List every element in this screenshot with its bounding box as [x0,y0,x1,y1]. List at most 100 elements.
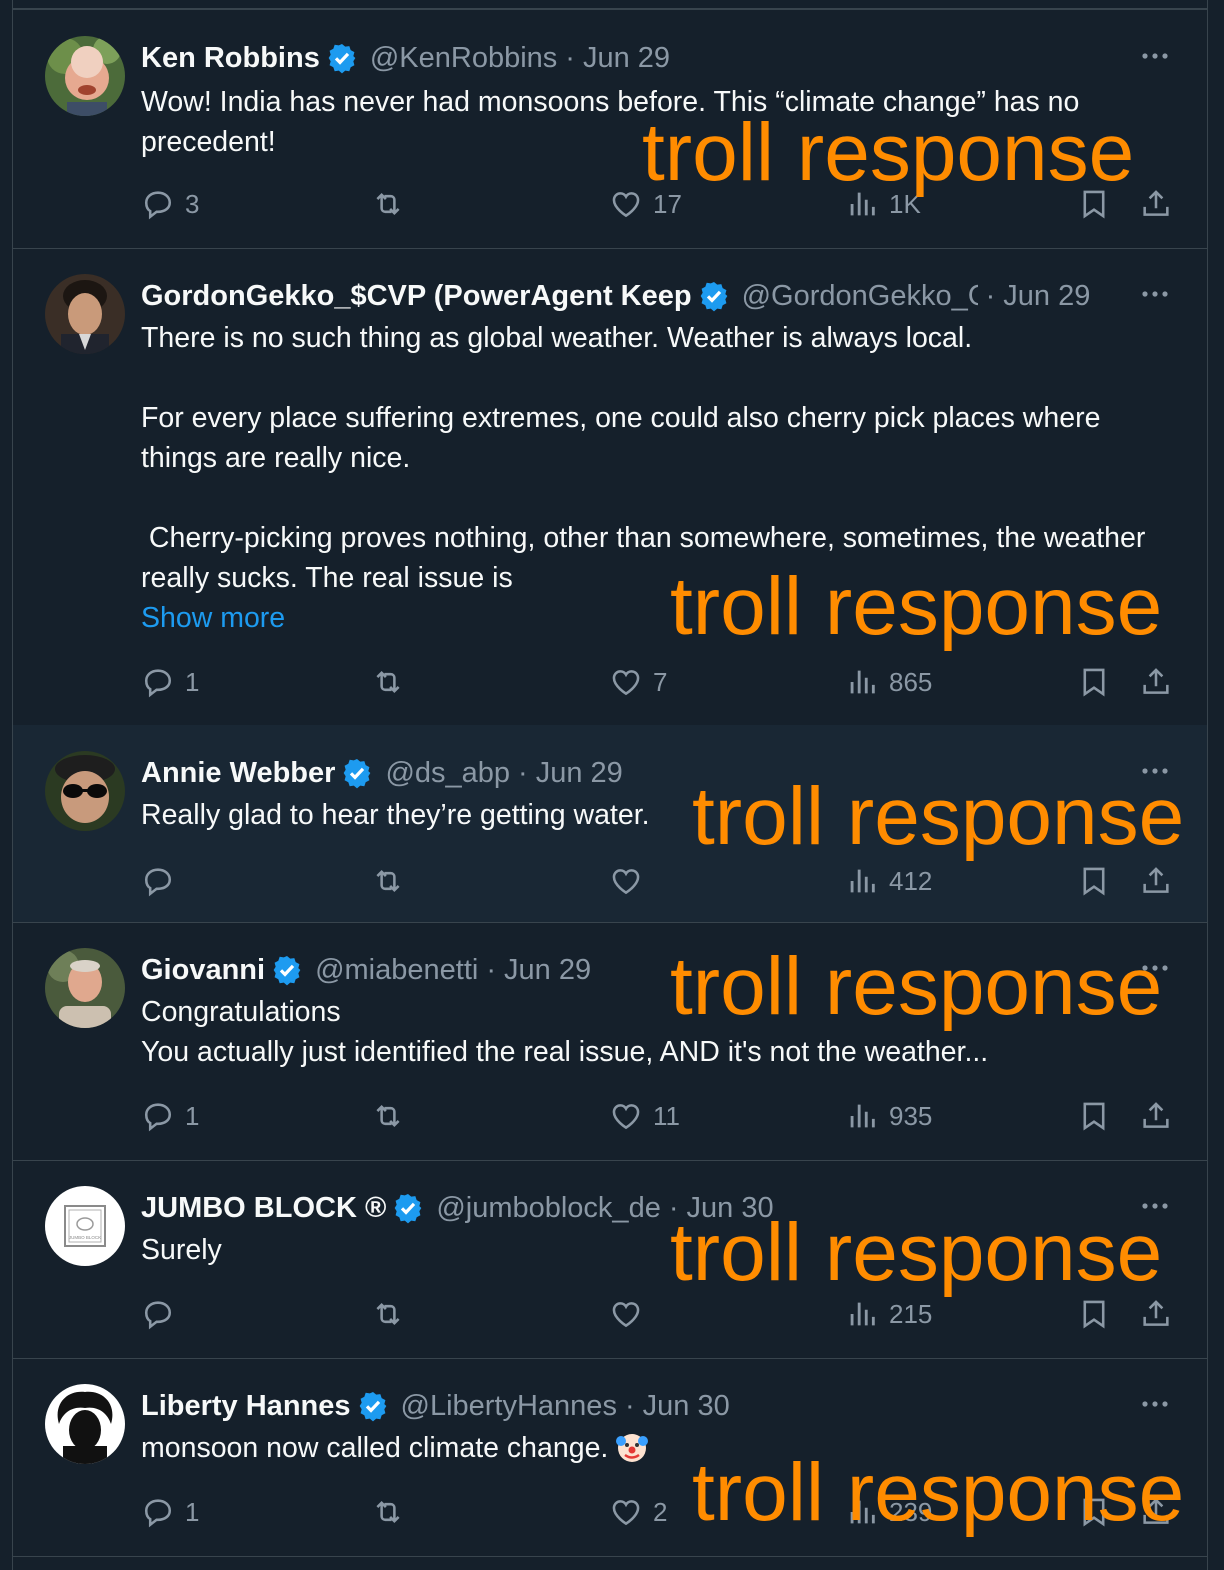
tweet-date[interactable]: Jun 29 [583,42,670,75]
retweet-icon [376,1500,400,1524]
clown-face-icon [616,1434,649,1462]
more-options-icon[interactable] [1139,956,1171,980]
retweet-button[interactable] [371,1294,415,1334]
reply-count: 1 [185,1496,200,1527]
view-count: 865 [889,666,933,697]
tweet-date[interactable]: Jun 30 [687,1192,774,1225]
share-button[interactable] [1139,662,1183,702]
views-button[interactable]: 1K [845,184,921,224]
share-icon [1143,867,1169,893]
tweet-jumbo-block[interactable]: JUMBO BLOCK JUMBO BLOCK ® @jumboblock_de… [13,1160,1207,1359]
more-options-icon[interactable] [1139,1392,1171,1416]
reply-icon [144,1499,172,1528]
bookmark-button[interactable] [1077,1294,1121,1334]
retweet-icon [376,869,400,893]
view-count: 215 [889,1298,933,1329]
more-options-icon[interactable] [1139,44,1171,68]
tweet-date[interactable]: Jun 29 [504,954,591,987]
more-options-icon[interactable] [1139,282,1171,306]
like-button[interactable]: 2 [609,1492,667,1532]
views-button[interactable]: 865 [845,662,932,702]
display-name[interactable]: JUMBO BLOCK ® [141,1192,386,1225]
user-handle[interactable]: @LibertyHannes [401,1390,617,1423]
tweet-annie-webber[interactable]: Annie Webber @ds_abp · Jun 29 Really gla… [13,725,1207,923]
separator-dot: · [668,1191,679,1224]
tweet-text: monsoon now called climate change. [141,1428,1179,1468]
like-button[interactable] [609,861,653,901]
tweet-date[interactable]: Jun 29 [536,757,623,790]
display-name[interactable]: GordonGekko_$CVP (PowerAgent Keep [141,280,692,313]
avatar[interactable]: JUMBO BLOCK [45,1186,125,1266]
tweet-liberty-hannes[interactable]: Liberty Hannes @LibertyHannes · Jun 30 m… [13,1358,1207,1557]
share-button[interactable] [1139,1294,1183,1334]
display-name[interactable]: Ken Robbins [141,42,320,75]
views-chart-icon [850,869,875,893]
bookmark-button[interactable] [1077,1492,1121,1532]
retweet-button[interactable] [371,1096,415,1136]
share-button[interactable] [1139,1492,1183,1532]
bookmark-button[interactable] [1077,184,1121,224]
avatar[interactable] [45,1384,125,1464]
user-handle[interactable]: @miabenetti [315,954,478,987]
more-options-icon[interactable] [1139,1194,1171,1218]
reply-button[interactable] [141,861,185,901]
share-button[interactable] [1139,861,1183,901]
views-chart-icon [850,1104,875,1128]
user-handle[interactable]: @GordonGekko_C\ [742,280,978,313]
bookmark-button[interactable] [1077,1096,1121,1136]
tweet-date[interactable]: Jun 29 [1003,280,1090,313]
tweet-date[interactable]: Jun 30 [643,1390,730,1423]
like-count: 2 [653,1496,668,1527]
share-button[interactable] [1139,184,1183,224]
retweet-button[interactable] [371,184,415,224]
avatar[interactable] [45,751,125,831]
retweet-icon [376,1302,400,1326]
separator-dot: · [486,953,496,986]
reply-button[interactable]: 1 [141,1492,199,1532]
separator-dot: · [985,279,996,312]
like-button[interactable]: 17 [609,184,682,224]
bookmark-button[interactable] [1077,662,1121,702]
user-handle[interactable]: @KenRobbins [370,42,557,75]
views-chart-icon [850,192,875,216]
views-button[interactable]: 215 [845,1294,932,1334]
retweet-button[interactable] [371,861,415,901]
tweet-actions: 215 [141,1294,1207,1334]
reply-button[interactable]: 1 [141,1096,199,1136]
share-icon [1143,668,1169,694]
display-name[interactable]: Annie Webber [141,757,335,790]
avatar[interactable] [45,948,125,1028]
bookmark-button[interactable] [1077,861,1121,901]
tweet-ken-robbins[interactable]: Ken Robbins @KenRobbins · Jun 29 Wow! In… [13,10,1207,249]
retweet-icon [376,670,400,694]
reply-button[interactable]: 3 [141,184,199,224]
more-options-icon[interactable] [1139,759,1171,783]
show-more-link[interactable]: Show more [141,602,285,634]
heart-icon [612,1500,640,1526]
like-button[interactable] [609,1294,653,1334]
user-handle[interactable]: @jumboblock_de [436,1192,661,1225]
retweet-button[interactable] [371,662,415,702]
user-handle[interactable]: @ds_abp [385,757,510,790]
share-button[interactable] [1139,1096,1183,1136]
avatar[interactable] [45,274,125,354]
display-name[interactable]: Liberty Hannes [141,1390,351,1423]
tweet-actions: 3 17 1K [141,184,1207,224]
reply-button[interactable]: 1 [141,662,199,702]
tweet-header: Giovanni @miabenetti · Jun 29 [141,952,1147,988]
tweet-gordongekko[interactable]: GordonGekko_$CVP (PowerAgent Keep @Gordo… [13,248,1207,726]
tweet-giovanni[interactable]: Giovanni @miabenetti · Jun 29 Congratula… [13,922,1207,1161]
jumbo-block-logo-text: JUMBO BLOCK [69,1235,101,1240]
view-count: 412 [889,865,933,896]
views-button[interactable]: 935 [845,1096,932,1136]
avatar[interactable] [45,36,125,116]
tweet-paragraph: Cherry-picking proves nothing, other tha… [141,522,1154,594]
retweet-button[interactable] [371,1492,415,1532]
reply-button[interactable] [141,1294,185,1334]
tweet-paragraph: Surely [141,1234,222,1266]
like-button[interactable]: 7 [609,662,667,702]
display-name[interactable]: Giovanni [141,954,265,987]
views-button[interactable]: 412 [845,861,932,901]
views-button[interactable]: 239 [845,1492,932,1532]
like-button[interactable]: 11 [609,1096,680,1136]
